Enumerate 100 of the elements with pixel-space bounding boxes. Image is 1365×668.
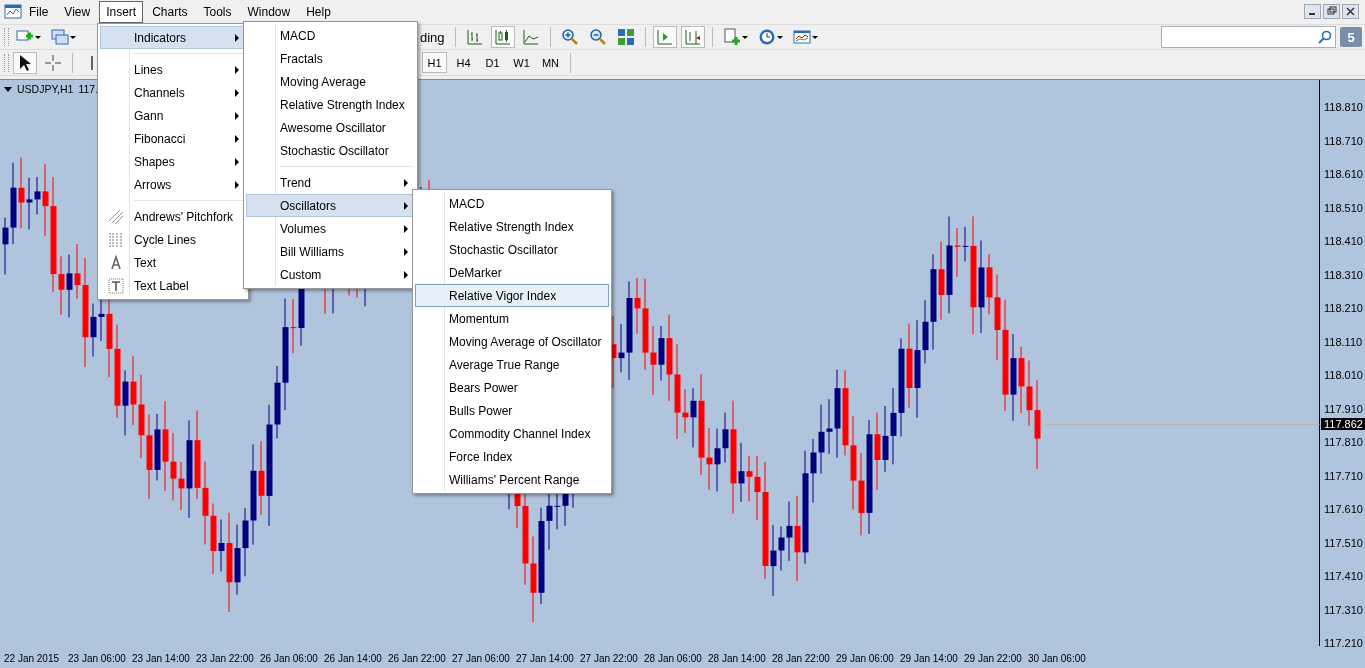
search-icon[interactable]	[1318, 30, 1332, 45]
text-label-icon	[108, 277, 124, 294]
menu-item[interactable]: Fibonacci	[100, 127, 246, 150]
menu-item[interactable]: Text Label	[100, 274, 246, 297]
menu-item[interactable]: Volumes	[246, 217, 415, 240]
menu-item[interactable]: Trend	[246, 171, 415, 194]
menu-item[interactable]: Window	[240, 0, 298, 23]
menu-item[interactable]: Momentum	[415, 307, 609, 330]
menu-item[interactable]: Help	[299, 0, 338, 23]
menu-item[interactable]: Average True Range	[415, 353, 609, 376]
menu-item[interactable]: Oscillators	[246, 194, 415, 217]
time-label: 23 Jan 22:00	[196, 652, 255, 666]
time-label: 29 Jan 22:00	[964, 652, 1023, 666]
price-label: 118.110	[1323, 335, 1364, 348]
caret-icon[interactable]	[741, 35, 748, 39]
menu-item[interactable]: Gann	[100, 104, 246, 127]
submenu-arrow-icon	[235, 180, 239, 189]
submenu-arrow-icon	[235, 157, 239, 166]
button-label[interactable]: ding	[417, 29, 448, 45]
time-label: 26 Jan 22:00	[388, 652, 447, 666]
menu-item[interactable]: Charts	[145, 0, 195, 23]
time-label: 27 Jan 14:00	[516, 652, 575, 666]
chart-symbol: USDJPY,H1	[17, 83, 74, 95]
submenu-arrow-icon	[404, 224, 408, 233]
menu-item[interactable]: Tools	[196, 0, 239, 23]
submenu-arrow-icon	[404, 247, 408, 256]
menu-item[interactable]: Shapes	[100, 150, 246, 173]
price-label: 118.710	[1323, 134, 1364, 147]
menu-item[interactable]: View	[57, 0, 98, 23]
timeframe-button[interactable]: D1	[480, 52, 505, 74]
caret-icon[interactable]	[35, 35, 41, 39]
menu-item[interactable]: Relative Strength Index	[415, 215, 609, 238]
menu-item[interactable]: Awesome Oscillator	[246, 116, 415, 139]
time-label: 26 Jan 06:00	[260, 652, 319, 666]
text-icon	[108, 254, 124, 271]
time-label: 23 Jan 14:00	[132, 652, 191, 666]
submenu-arrow-icon	[235, 88, 239, 97]
time-label: 28 Jan 14:00	[708, 652, 767, 666]
submenu-arrow-icon	[235, 134, 239, 143]
price-label: 118.810	[1323, 101, 1364, 113]
caret-icon[interactable]	[811, 35, 818, 39]
menu-item[interactable]: Insert	[99, 0, 144, 23]
time-label: 29 Jan 06:00	[836, 652, 895, 666]
menu-item[interactable]: Stochastic Oscillator	[246, 139, 415, 162]
price-label: 117.210	[1323, 637, 1364, 649]
menu-item[interactable]: Lines	[100, 58, 246, 81]
price-label: 117.410	[1323, 570, 1364, 582]
menu-item[interactable]: MACD	[415, 192, 609, 215]
menu-item[interactable]: Bears Power	[415, 376, 609, 399]
dropdown-icon[interactable]	[4, 86, 12, 92]
menu-item[interactable]: Cycle Lines	[100, 228, 246, 251]
menu-item[interactable]: Fractals	[246, 47, 415, 70]
menu-item[interactable]: Stochastic Oscillator	[415, 238, 609, 261]
time-label: 30 Jan 06:00	[1028, 652, 1087, 666]
menu-item[interactable]: DeMarker	[415, 261, 609, 284]
price-label: 118.010	[1323, 369, 1364, 381]
menu-item[interactable]: Indicators	[100, 26, 246, 49]
price-label: 117.810	[1323, 436, 1364, 448]
price-label: 117.510	[1323, 536, 1364, 549]
submenu-arrow-icon	[235, 33, 239, 42]
time-label: 27 Jan 22:00	[580, 652, 639, 666]
menu-item[interactable]: Moving Average	[246, 70, 415, 93]
menu-item[interactable]: Williams' Percent Range	[415, 468, 609, 491]
menu-item[interactable]: Arrows	[100, 173, 246, 196]
price-label: 118.510	[1323, 201, 1364, 214]
timeframe-button[interactable]: H4	[451, 52, 476, 74]
menu-item[interactable]: Relative Strength Index	[246, 93, 415, 116]
timeframe-button[interactable]: MN	[538, 52, 563, 74]
menu-item[interactable]: Moving Average of Oscillator	[415, 330, 609, 353]
price-label: 117.710	[1323, 469, 1364, 482]
menu-item[interactable]: File	[22, 0, 56, 23]
menu-item[interactable]: Text	[100, 251, 246, 274]
submenu-arrow-icon	[235, 111, 239, 120]
menu-item[interactable]: Andrews' Pitchfork	[100, 205, 246, 228]
clock-icon[interactable]	[757, 28, 776, 47]
menu-item[interactable]: Channels	[100, 81, 246, 104]
time-label: 26 Jan 14:00	[324, 652, 383, 666]
cycle-lines-icon	[108, 231, 124, 248]
time-label: 23 Jan 06:00	[68, 652, 127, 666]
timeframe-button[interactable]: W1	[509, 52, 534, 74]
price-label: 117.910	[1323, 402, 1364, 415]
menu-item[interactable]: Commodity Channel Index	[415, 422, 609, 445]
caret-icon[interactable]	[70, 35, 76, 39]
price-label: 117.310	[1323, 603, 1364, 616]
price-label: 118.610	[1323, 168, 1364, 180]
search-field[interactable]	[1161, 26, 1336, 49]
pitchfork-icon	[108, 208, 124, 225]
menu-item[interactable]: Bill Williams	[246, 240, 415, 263]
submenu-arrow-icon	[404, 270, 408, 279]
timeframe-button[interactable]: H1	[422, 52, 447, 74]
submenu-arrow-icon	[404, 201, 408, 210]
menu-item[interactable]: Relative Vigor Index	[415, 284, 609, 307]
menu-item[interactable]: Bulls Power	[415, 399, 609, 422]
caret-icon[interactable]	[776, 35, 783, 39]
price-label: 118.410	[1323, 235, 1364, 247]
time-label: 28 Jan 22:00	[772, 652, 831, 666]
menu-item[interactable]: Force Index	[415, 445, 609, 468]
template-icon[interactable]	[792, 28, 811, 47]
menu-item[interactable]: Custom	[246, 263, 415, 286]
menu-item[interactable]: MACD	[246, 24, 415, 47]
